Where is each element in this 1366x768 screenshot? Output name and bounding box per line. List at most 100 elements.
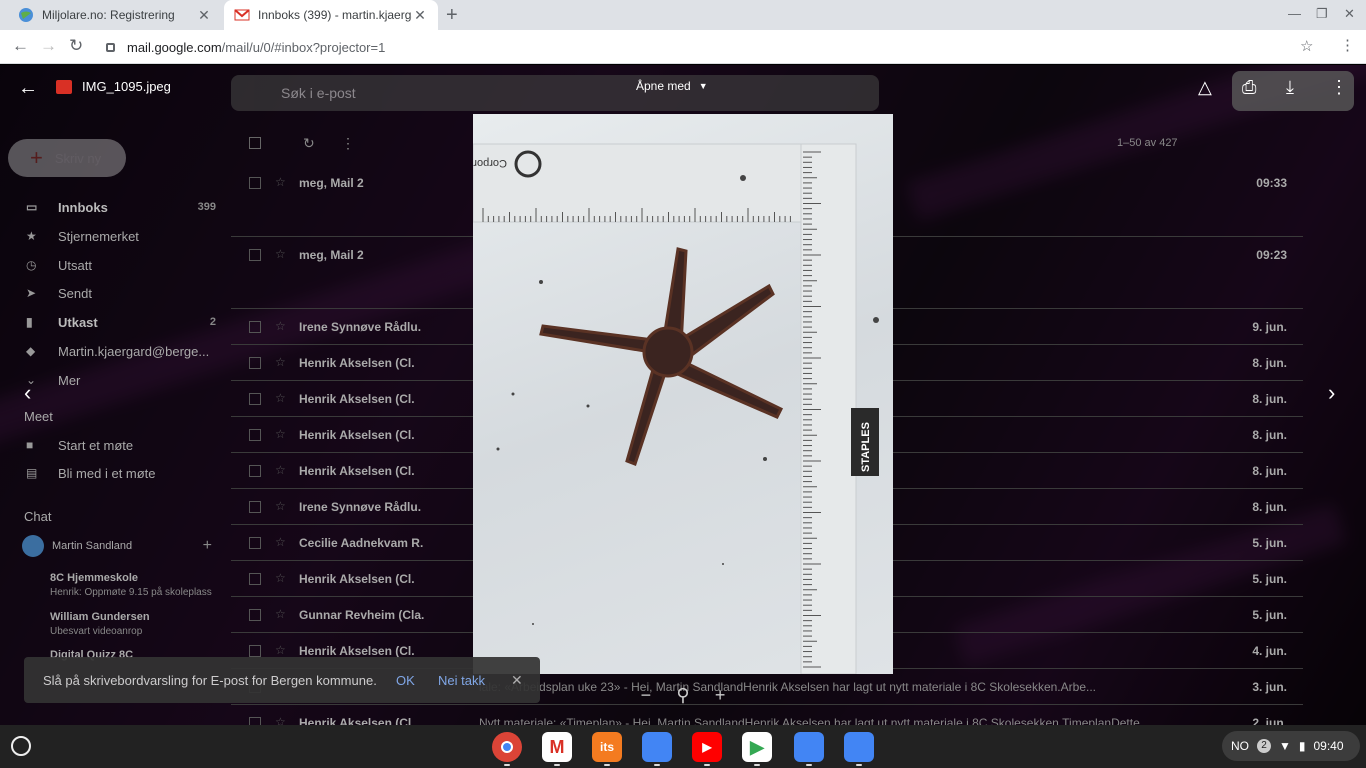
app-running-indicator [654,764,660,766]
meet-start-item[interactable]: ■ Start et møte [26,435,216,455]
star-icon[interactable]: ☆ [275,571,286,585]
star-icon[interactable]: ☆ [275,391,286,405]
toast-decline-button[interactable]: Nei takk [438,673,485,688]
print-icon[interactable]: ⎙ [1242,77,1256,98]
forward-icon[interactable]: → [40,36,57,56]
sidebar-item-snoozed[interactable]: ◷ Utsatt [26,255,216,275]
table-row[interactable]: ☆ Henrik Akselsen (Cl. Nytt materiale: «Ti… [231,705,1303,725]
star-icon[interactable]: ☆ [275,427,286,441]
star-icon[interactable]: ☆ [275,607,286,621]
next-image-icon[interactable]: › [1328,380,1335,406]
chat-user[interactable]: Martin Sandland + [22,535,212,557]
image-file-icon [56,79,72,94]
sidebar-item-label: Sendt [58,285,92,301]
email-sender: Henrik Akselsen (Cl. [299,356,415,370]
row-checkbox[interactable] [249,321,261,333]
label-icon: ◆ [26,344,36,358]
sidebar-item-drafts[interactable]: ▮ Utkast 2 [26,312,216,332]
sidebar-item-label: Utsatt [58,257,92,273]
star-icon[interactable]: ☆ [275,175,286,189]
row-checkbox[interactable] [249,177,261,189]
calculator-app[interactable] [794,732,824,762]
gmail-app[interactable]: M [542,732,572,762]
docs-app[interactable] [642,732,672,762]
meet-join-item[interactable]: ▤ Bli med i et møte [26,463,216,483]
reload-icon[interactable]: ↻ [69,36,83,56]
toast-message: Slå på skrivebordvarsling for E-post for… [43,672,377,688]
email-sender: Irene Synnøve Rådlu. [299,500,422,514]
sidebar-item-sent[interactable]: ➤ Sendt [26,283,216,303]
email-date: 3. jun. [1252,680,1287,694]
zoom-out-icon[interactable]: − [641,685,652,706]
row-checkbox[interactable] [249,393,261,405]
chat-item[interactable]: 8C Hjemmeskole Henrik: Oppmøte 9.15 på s… [50,572,220,598]
sidebar-item-label: Mer [58,372,81,388]
restore-icon[interactable]: ❐ [1316,6,1328,22]
previous-image-icon[interactable]: ‹ [24,380,31,406]
viewer-more-icon[interactable]: ⋮ [1330,77,1348,98]
launcher-icon[interactable] [11,736,31,756]
email-snippet: Nytt materiale: «Timeplan» - Hei, Martin… [479,716,1150,725]
back-arrow-icon[interactable]: ← [18,77,38,100]
browser-menu-icon[interactable]: ⋮ [1340,36,1355,54]
send-icon: ➤ [26,286,37,300]
star-icon[interactable]: ☆ [275,715,286,725]
close-tab-icon[interactable]: ✕ [412,7,428,24]
star-icon[interactable]: ☆ [275,355,286,369]
files-app[interactable] [844,732,874,762]
star-icon[interactable]: ☆ [275,499,286,513]
sidebar-item-inbox[interactable]: ▭ Innboks 399 [26,197,216,217]
sidebar-item-more[interactable]: ⌄ Mer [26,370,216,390]
close-tab-icon[interactable]: ✕ [196,7,212,24]
email-date: 8. jun. [1252,356,1287,370]
chrome-app[interactable] [492,732,522,762]
tab-miljolare[interactable]: Miljolare.no: Registrering ✕ [8,0,222,30]
row-checkbox[interactable] [249,537,261,549]
email-sender: Henrik Akselsen (Cl. [299,716,415,725]
sidebar-item-starred[interactable]: ★ Stjernemerket [26,226,216,246]
row-checkbox[interactable] [249,249,261,261]
address-bar[interactable]: mail.google.com/mail/u/0/#inbox?projecto… [100,34,1330,60]
new-tab-icon[interactable]: + [446,4,458,27]
zoom-in-icon[interactable]: + [715,685,726,706]
tab-gmail[interactable]: Innboks (399) - martin.kjaergard ✕ [224,0,438,30]
toast-ok-button[interactable]: OK [396,673,415,688]
status-tray[interactable]: NO 2 ▼ ▮ 09:40 [1222,731,1360,761]
chat-item[interactable]: William Gundersen Ubesvart videoanrop [50,611,220,637]
refresh-icon[interactable]: ↻ [303,135,315,152]
row-checkbox[interactable] [249,717,261,725]
add-to-drive-icon[interactable]: △ [1198,77,1212,98]
row-checkbox[interactable] [249,501,261,513]
back-icon[interactable]: ← [12,36,29,56]
row-checkbox[interactable] [249,573,261,585]
close-icon[interactable]: ✕ [511,672,523,689]
zoom-magnifier-icon[interactable]: ⚲ [676,685,689,706]
unread-count: 399 [197,201,216,213]
star-icon[interactable]: ☆ [275,463,286,477]
more-options-icon[interactable]: ⋮ [341,135,355,152]
minimize-icon[interactable]: — [1288,6,1301,21]
download-icon[interactable]: ⤓ [1286,77,1294,98]
star-icon[interactable]: ☆ [275,535,286,549]
star-icon[interactable]: ☆ [275,643,286,657]
email-sender: Henrik Akselsen (Cl. [299,428,415,442]
add-chat-icon[interactable]: + [203,537,212,555]
compose-button[interactable]: + Skriv ny [8,139,126,177]
open-with-button[interactable]: Åpne med ▼ [636,79,708,93]
row-checkbox[interactable] [249,429,261,441]
row-checkbox[interactable] [249,645,261,657]
its-app[interactable]: its [592,732,622,762]
row-checkbox[interactable] [249,357,261,369]
keyboard-icon: ▤ [26,466,38,480]
select-all-checkbox[interactable] [249,137,261,149]
star-icon[interactable]: ☆ [275,247,286,261]
row-checkbox[interactable] [249,465,261,477]
row-checkbox[interactable] [249,609,261,621]
star-icon[interactable]: ☆ [275,319,286,333]
sidebar-item-label-martin[interactable]: ◆ Martin.kjaergard@berge... [26,341,216,361]
close-window-icon[interactable]: ✕ [1344,6,1355,22]
tab-title: Miljolare.no: Registrering [42,8,175,22]
play-store-app[interactable]: ▶ [742,732,772,762]
bookmark-star-icon[interactable]: ☆ [1300,37,1313,55]
youtube-app[interactable]: ▶ [692,732,722,762]
